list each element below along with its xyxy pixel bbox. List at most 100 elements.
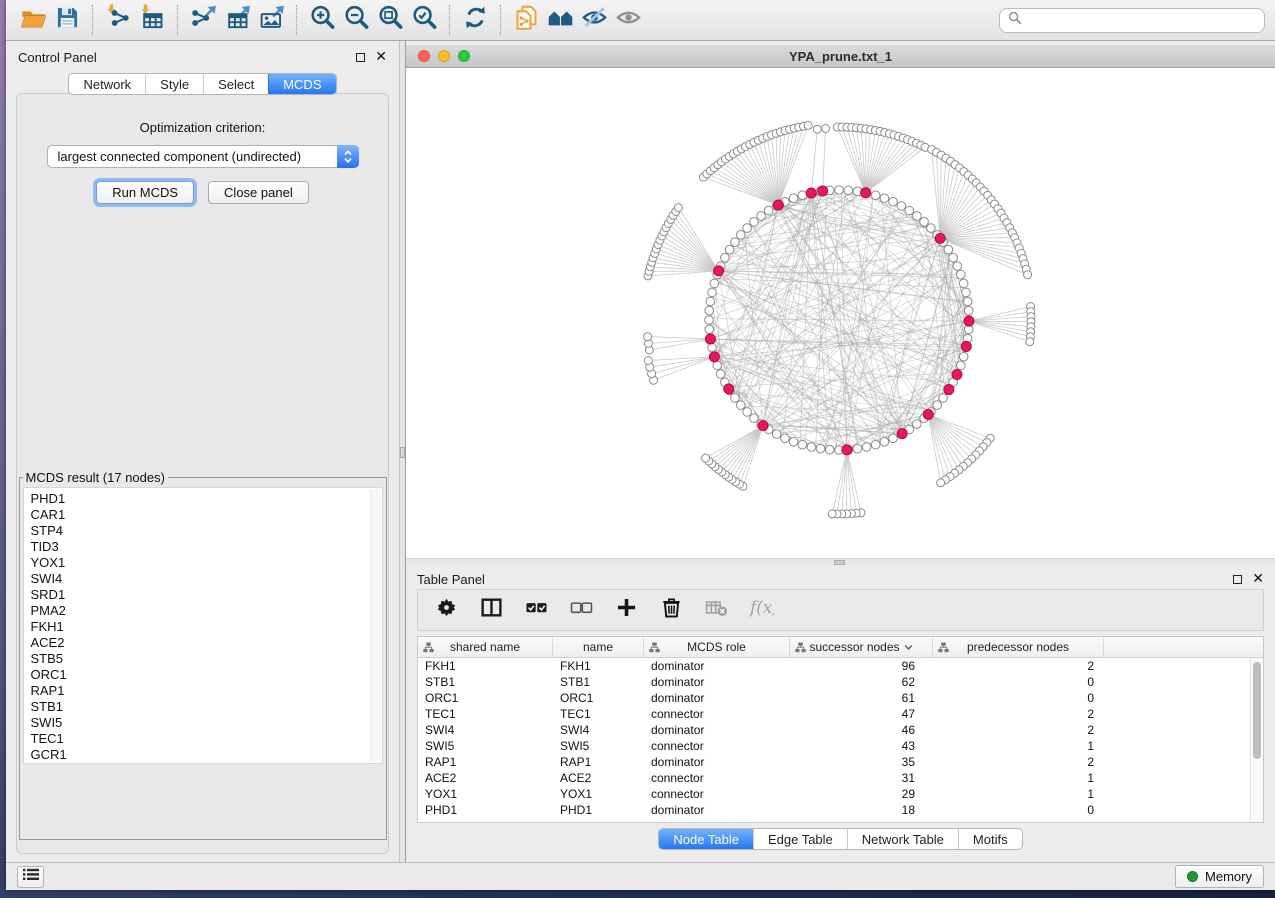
export-table-button[interactable] [220, 4, 254, 36]
zoom-selected-button[interactable] [407, 4, 441, 36]
result-list-scrollbar[interactable] [370, 489, 381, 762]
main-toolbar [6, 0, 1275, 41]
mcds-result-item[interactable]: PHD1 [31, 491, 368, 507]
cell-name: SWI5 [553, 739, 644, 753]
tab-select[interactable]: Select [203, 74, 268, 94]
float-panel-button[interactable] [356, 53, 365, 62]
show-all-button[interactable] [611, 4, 645, 36]
table-row[interactable]: SWI5SWI5connector431 [418, 738, 1250, 754]
table-splitter[interactable] [406, 558, 1275, 565]
export-network-button[interactable] [186, 4, 220, 36]
network-graph[interactable] [406, 68, 1275, 558]
close-mcds-panel-button[interactable]: Close panel [208, 181, 309, 204]
table-panel-title: Table Panel [417, 572, 485, 587]
toolbar-separator [500, 5, 501, 35]
cell-successor-nodes: 29 [790, 787, 933, 801]
show-column-panel-button[interactable] [476, 595, 506, 625]
table-tab-node-table[interactable]: Node Table [659, 829, 753, 849]
mcds-result-item[interactable]: ORC1 [31, 667, 368, 683]
refresh-layout-button[interactable] [458, 4, 492, 36]
float-table-panel-button[interactable] [1233, 575, 1242, 584]
zoom-fit-button[interactable] [373, 4, 407, 36]
deselect-all-rows-button[interactable] [566, 595, 596, 625]
table-row[interactable]: RAP1RAP1dominator352 [418, 754, 1250, 770]
delete-columns-button[interactable] [656, 595, 686, 625]
table-row[interactable]: PHD1PHD1dominator180 [418, 802, 1250, 818]
network-canvas[interactable] [406, 68, 1275, 558]
table-row[interactable]: YOX1YOX1connector291 [418, 786, 1250, 802]
zoom-in-button[interactable] [305, 4, 339, 36]
hide-selected-button[interactable] [577, 4, 611, 36]
table-tab-network-table[interactable]: Network Table [847, 829, 958, 849]
mcds-result-item[interactable]: FKH1 [31, 619, 368, 635]
mcds-result-item[interactable]: STB1 [31, 699, 368, 715]
panel-splitter-grip[interactable] [400, 447, 405, 458]
table-scrollbar-thumb[interactable] [1253, 662, 1261, 759]
run-mcds-button[interactable]: Run MCDS [96, 181, 194, 204]
main-area: Control Panel ✕ NetworkStyleSelectMCDS O… [6, 41, 1275, 862]
right-column: YPA_prune.txt_1 Table Panel [406, 41, 1275, 862]
table-row[interactable]: SWI4SWI4dominator462 [418, 722, 1250, 738]
select-all-rows-button[interactable] [521, 595, 551, 625]
mcds-result-item[interactable]: RAP1 [31, 683, 368, 699]
column-header-mcds-role[interactable]: MCDS role [644, 637, 790, 657]
table-splitter-grip[interactable] [834, 560, 845, 565]
optimization-criterion-label: Optimization criterion: [140, 120, 266, 135]
column-header-filler [1104, 637, 1250, 657]
add-column-button[interactable] [611, 595, 641, 625]
table-scrollbar[interactable] [1250, 658, 1263, 822]
shared-column-icon [649, 642, 660, 656]
close-window-button[interactable] [418, 50, 430, 62]
table-row[interactable]: ACE2ACE2connector311 [418, 770, 1250, 786]
table-row[interactable]: ORC1ORC1dominator610 [418, 690, 1250, 706]
panel-splitter[interactable] [399, 41, 406, 862]
criterion-dropdown[interactable]: largest connected component (undirected) [47, 145, 359, 168]
mcds-result-item[interactable]: CAR1 [31, 507, 368, 523]
mcds-result-item[interactable]: SWI4 [31, 571, 368, 587]
tab-style[interactable]: Style [145, 74, 203, 94]
table-row[interactable]: FKH1FKH1dominator962 [418, 658, 1250, 674]
mcds-result-item[interactable]: STB5 [31, 651, 368, 667]
table-tab-edge-table[interactable]: Edge Table [753, 829, 847, 849]
mcds-result-item[interactable]: SRD1 [31, 587, 368, 603]
first-neighbors-button[interactable] [543, 4, 577, 36]
close-table-panel-button[interactable]: ✕ [1252, 572, 1264, 586]
tab-network[interactable]: Network [69, 74, 145, 94]
import-table-button[interactable] [135, 4, 169, 36]
cell-predecessor-nodes: 2 [933, 755, 1104, 769]
import-network-button[interactable] [101, 4, 135, 36]
table-settings-button[interactable] [431, 595, 461, 625]
export-image-button[interactable] [254, 4, 288, 36]
column-header-shared-name[interactable]: shared name [418, 637, 553, 657]
table-row[interactable]: TEC1TEC1connector472 [418, 706, 1250, 722]
save-session-button[interactable] [50, 4, 84, 36]
column-header-successor-nodes[interactable]: successor nodes [790, 637, 933, 657]
search-input[interactable] [1028, 12, 1256, 29]
column-header-predecessor-nodes[interactable]: predecessor nodes [933, 637, 1104, 657]
zoom-in-icon [309, 4, 336, 36]
cell-predecessor-nodes: 1 [933, 771, 1104, 785]
tab-mcds[interactable]: MCDS [268, 74, 335, 94]
table-tab-motifs[interactable]: Motifs [958, 829, 1022, 849]
table-row[interactable]: STB1STB1dominator620 [418, 674, 1250, 690]
column-header-label: MCDS role [687, 640, 746, 654]
show-panels-menu-button[interactable] [17, 866, 44, 888]
duplicate-network-button[interactable] [509, 4, 543, 36]
mcds-result-item[interactable]: TID3 [31, 539, 368, 555]
memory-button[interactable]: Memory [1175, 865, 1264, 888]
close-panel-button[interactable]: ✕ [375, 50, 387, 64]
cell-shared-name: ORC1 [418, 691, 553, 705]
zoom-window-button[interactable] [458, 50, 470, 62]
mcds-result-item[interactable]: GCR1 [31, 747, 368, 763]
mcds-result-item[interactable]: PMA2 [31, 603, 368, 619]
column-header-name[interactable]: name [553, 637, 644, 657]
mcds-result-item[interactable]: SWI5 [31, 715, 368, 731]
zoom-out-button[interactable] [339, 4, 373, 36]
mcds-result-item[interactable]: TEC1 [31, 731, 368, 747]
open-session-button[interactable] [16, 4, 50, 36]
mcds-result-item[interactable]: YOX1 [31, 555, 368, 571]
minimize-window-button[interactable] [438, 50, 450, 62]
mcds-result-item[interactable]: STP4 [31, 523, 368, 539]
cell-shared-name: RAP1 [418, 755, 553, 769]
mcds-result-item[interactable]: ACE2 [31, 635, 368, 651]
